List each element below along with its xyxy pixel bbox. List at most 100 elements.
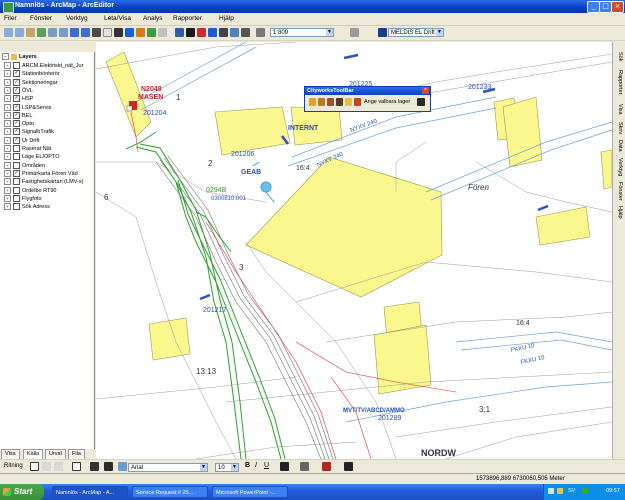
full-extent-icon[interactable]: [37, 28, 46, 37]
layer-row[interactable]: + Områden: [4, 161, 45, 170]
dock-tab-hjalp[interactable]: Hjälp: [614, 206, 625, 219]
language-indicator[interactable]: SV: [568, 488, 575, 494]
task-powerpoint[interactable]: Microsoft PowerPoint -...: [212, 486, 288, 498]
layer-row[interactable]: + Flygfoto: [4, 194, 42, 203]
tool-icon[interactable]: [417, 98, 425, 106]
layer-checkbox[interactable]: [13, 186, 20, 194]
route-icon[interactable]: [241, 28, 250, 37]
expand-icon[interactable]: +: [4, 86, 11, 94]
layers-root[interactable]: − Layers: [2, 53, 37, 61]
task-service-request[interactable]: Service Request # 25...: [132, 486, 208, 498]
forward-icon[interactable]: [81, 28, 90, 37]
rectangle-icon[interactable]: [72, 462, 81, 471]
close-button[interactable]: ×: [611, 1, 624, 13]
layer-row[interactable]: + Raserat Nät: [4, 145, 51, 153]
expand-icon[interactable]: +: [4, 194, 11, 202]
hyperlink-icon[interactable]: [158, 28, 167, 37]
layer-row[interactable]: + ✓ HSP: [4, 95, 33, 103]
layer-row[interactable]: + Sök Adress: [4, 203, 50, 211]
layer-checkbox[interactable]: [13, 62, 20, 70]
layer-checkbox[interactable]: ✓: [13, 128, 20, 136]
pan-icon[interactable]: [26, 28, 35, 37]
expand-icon[interactable]: +: [4, 120, 11, 128]
arrow-icon[interactable]: [219, 28, 228, 37]
find-icon[interactable]: [136, 28, 145, 37]
layer-row[interactable]: + ✓ Primärkarta Fören Väd: [4, 169, 78, 178]
rotate-icon[interactable]: [42, 462, 51, 471]
network-icon[interactable]: [548, 488, 554, 494]
expand-icon[interactable]: +: [4, 136, 11, 144]
dock-tab-sok[interactable]: Sök: [614, 52, 625, 61]
tray-app-icon[interactable]: [582, 488, 588, 494]
text-tool-icon[interactable]: [90, 462, 99, 471]
layer-checkbox[interactable]: [13, 194, 20, 202]
expand-icon[interactable]: +: [4, 70, 11, 78]
security-icon[interactable]: [557, 488, 563, 494]
edit-pencil-icon[interactable]: [350, 28, 359, 37]
meldis-icon[interactable]: [378, 28, 387, 37]
menu-hjalp[interactable]: Hjälp: [219, 15, 234, 22]
font-color-icon[interactable]: [280, 462, 289, 471]
info-icon[interactable]: [208, 28, 217, 37]
dock-tab-fonster[interactable]: Fönster: [614, 182, 625, 201]
layer-row[interactable]: + ✓ Opto: [4, 120, 34, 128]
layer-checkbox[interactable]: [13, 161, 20, 169]
layer-checkbox[interactable]: [13, 203, 20, 211]
select-features-icon[interactable]: [92, 28, 101, 37]
layer-checkbox[interactable]: ✓: [13, 111, 20, 119]
drawing-menu[interactable]: Ritning: [4, 463, 23, 469]
layer-checkbox[interactable]: [13, 145, 20, 153]
layer-checkbox[interactable]: [13, 153, 20, 161]
marker-color-icon[interactable]: [344, 462, 353, 471]
menu-rapporter[interactable]: Rapporter: [173, 15, 202, 22]
dock-tab-skriv[interactable]: Skriv: [614, 122, 625, 134]
layer-checkbox[interactable]: ✓: [13, 70, 20, 78]
layer-row[interactable]: + ✓ BEL: [4, 111, 32, 120]
expand-icon[interactable]: +: [4, 169, 11, 177]
layer-row[interactable]: + Läge EL/OPTO: [4, 153, 60, 161]
flame-icon[interactable]: [354, 98, 361, 106]
layer-checkbox[interactable]: ✓: [13, 120, 20, 128]
line-color-icon[interactable]: [322, 462, 331, 471]
search-icon[interactable]: [336, 98, 343, 106]
inspection-icon[interactable]: [318, 98, 325, 106]
identify-icon[interactable]: [125, 28, 134, 37]
menu-fonster[interactable]: Fönster: [30, 15, 52, 22]
task-arcmap[interactable]: Namnlös - ArcMap - A...: [52, 486, 128, 498]
expand-icon[interactable]: +: [4, 186, 11, 194]
select-arrow-icon[interactable]: [30, 462, 39, 471]
expand-icon[interactable]: +: [4, 178, 11, 186]
layer-row[interactable]: + ARCM.Elektriskt_nät_Jur: [4, 62, 83, 70]
font-size-combo[interactable]: 10 ▼: [215, 463, 239, 472]
bold-button[interactable]: B: [245, 462, 250, 469]
fill-color-icon[interactable]: [300, 462, 309, 471]
zoom-layout-icon[interactable]: [54, 462, 63, 471]
expand-icon[interactable]: +: [4, 62, 11, 70]
print-icon[interactable]: [256, 28, 265, 37]
menu-filer[interactable]: Filer: [4, 15, 17, 22]
close-icon[interactable]: ×: [422, 87, 429, 94]
start-button[interactable]: Start: [0, 484, 44, 500]
request-icon[interactable]: [327, 98, 334, 106]
layer-icon[interactable]: [345, 98, 352, 106]
scale-combo[interactable]: 1:809 ▼: [270, 28, 334, 37]
menu-verktyg[interactable]: Verktyg: [66, 15, 88, 22]
dock-tab-verktyg[interactable]: Verktyg: [614, 158, 625, 176]
layer-row[interactable]: + ✓ Sektioneringar: [4, 78, 57, 87]
menu-leta-visa[interactable]: Leta/Visa: [104, 15, 131, 22]
flag-icon[interactable]: [197, 28, 206, 37]
layer-row[interactable]: + ✓ Stationbönterör: [4, 70, 60, 78]
layer-checkbox[interactable]: ✓: [13, 103, 20, 111]
layer-row[interactable]: + Ordelbo RT90: [4, 186, 56, 195]
italic-button[interactable]: I: [255, 462, 257, 469]
fixed-zoom-in-icon[interactable]: [48, 28, 57, 37]
fixed-zoom-out-icon[interactable]: [59, 28, 68, 37]
select-elements-icon[interactable]: [114, 28, 123, 37]
layer-checkbox[interactable]: ✓: [13, 169, 20, 177]
back-icon[interactable]: [70, 28, 79, 37]
work-order-icon[interactable]: [309, 98, 316, 106]
layer-checkbox[interactable]: ✓: [13, 86, 20, 94]
font-combo[interactable]: Arial ▼: [128, 463, 208, 472]
layer-checkbox[interactable]: [13, 178, 20, 186]
sketch-tool-icon[interactable]: [186, 28, 195, 37]
